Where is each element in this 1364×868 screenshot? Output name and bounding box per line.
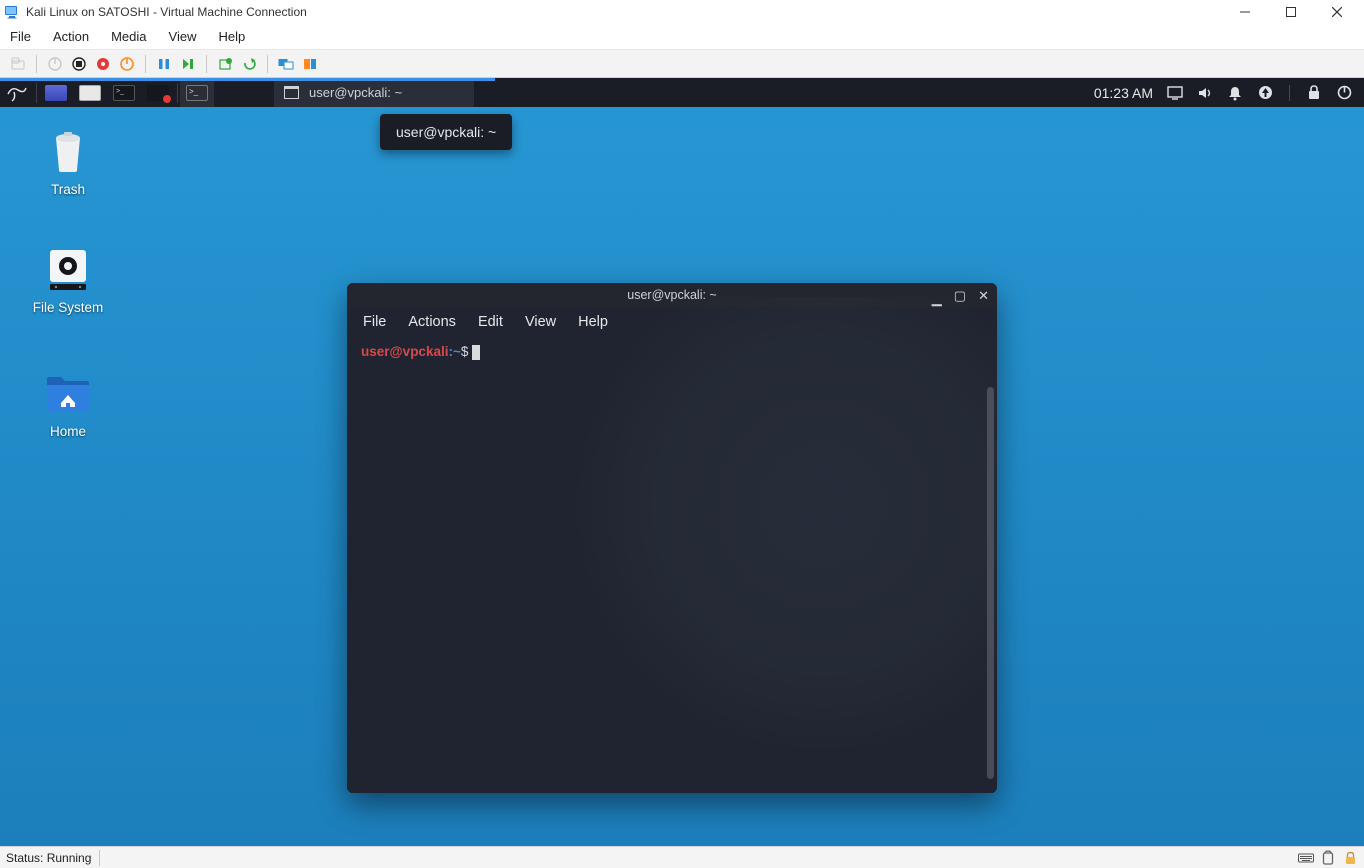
hyperv-statusbar: Status: Running	[0, 846, 1364, 868]
quicklaunch-3[interactable]: >_	[107, 78, 141, 107]
prompt-user: user@vpckali	[361, 344, 448, 359]
term-menu-actions[interactable]: Actions	[408, 314, 456, 330]
kali-panel: >_ >_ user@vpckali: ~ 01:23 AM	[0, 78, 1364, 107]
menu-help[interactable]: Help	[218, 29, 245, 44]
terminal-window[interactable]: user@vpckali: ~ ▁ ▢ ✕ File Actions Edit …	[347, 283, 997, 793]
quicklaunch-2[interactable]	[73, 78, 107, 107]
desktop-icon-filesystem[interactable]: File System	[18, 246, 118, 315]
window-close-button[interactable]	[1314, 0, 1360, 24]
quicklaunch-1[interactable]	[39, 78, 73, 107]
checkpoint-button[interactable]	[215, 54, 235, 74]
terminal-cursor	[472, 345, 480, 360]
hyperv-toolbar	[0, 50, 1364, 78]
display-icon[interactable]	[1167, 85, 1183, 101]
terminal-titlebar[interactable]: user@vpckali: ~ ▁ ▢ ✕	[347, 283, 997, 307]
taskbar-item-terminal[interactable]: user@vpckali: ~	[274, 78, 474, 107]
desktop-icon-label: File System	[18, 300, 118, 315]
window-minimize-button[interactable]	[1222, 0, 1268, 24]
menu-action[interactable]: Action	[53, 29, 89, 44]
desktop-icon-label: Trash	[18, 182, 118, 197]
drive-icon	[45, 246, 91, 292]
taskbar-tooltip: user@vpckali: ~	[380, 114, 512, 150]
menu-media[interactable]: Media	[111, 29, 146, 44]
term-menu-edit[interactable]: Edit	[478, 314, 503, 330]
terminal-maximize-button[interactable]: ▢	[954, 289, 966, 302]
clipboard-status-icon	[1320, 850, 1336, 866]
quicklaunch-4[interactable]	[141, 78, 175, 107]
hyperv-titlebar: Kali Linux on SATOSHI - Virtual Machine …	[0, 0, 1364, 24]
terminal-close-button[interactable]: ✕	[978, 289, 989, 302]
kali-menu-button[interactable]	[0, 78, 34, 107]
prompt-path: ~	[453, 344, 461, 359]
status-text: Status: Running	[6, 851, 91, 865]
volume-icon[interactable]	[1197, 85, 1213, 101]
terminal-body[interactable]: user@vpckali:~$	[347, 337, 997, 793]
menu-file[interactable]: File	[10, 29, 31, 44]
desktop-icon-trash[interactable]: Trash	[18, 128, 118, 197]
hyperv-title: Kali Linux on SATOSHI - Virtual Machine …	[26, 5, 307, 19]
updates-icon[interactable]	[1257, 85, 1273, 101]
terminal-menubar: File Actions Edit View Help	[347, 307, 997, 337]
panel-clock[interactable]: 01:23 AM	[1094, 85, 1153, 101]
tooltip-text: user@vpckali: ~	[396, 124, 496, 140]
power-icon[interactable]	[1336, 85, 1352, 101]
keyboard-status-icon	[1298, 850, 1314, 866]
turnoff-button[interactable]	[69, 54, 89, 74]
trash-icon	[45, 128, 91, 174]
vm-viewport[interactable]: >_ >_ user@vpckali: ~ 01:23 AM user@vpck…	[0, 78, 1364, 846]
share-button[interactable]	[300, 54, 320, 74]
taskbar-item-label: user@vpckali: ~	[309, 85, 402, 100]
pause-button[interactable]	[154, 54, 174, 74]
vm-focus-indicator	[0, 78, 495, 81]
desktop-icon-label: Home	[18, 424, 118, 439]
menu-view[interactable]: View	[169, 29, 197, 44]
shutdown-button[interactable]	[93, 54, 113, 74]
quicklaunch-terminal[interactable]: >_	[180, 78, 214, 107]
term-menu-file[interactable]: File	[363, 314, 386, 330]
save-button[interactable]	[117, 54, 137, 74]
home-folder-icon	[45, 370, 91, 416]
enhanced-session-button[interactable]	[276, 54, 296, 74]
terminal-icon	[284, 86, 299, 99]
term-menu-view[interactable]: View	[525, 314, 556, 330]
lock-icon[interactable]	[1306, 85, 1322, 101]
lock-status-icon	[1342, 850, 1358, 866]
hyperv-app-icon	[4, 4, 20, 20]
reset-button[interactable]	[178, 54, 198, 74]
term-menu-help[interactable]: Help	[578, 314, 608, 330]
prompt-symbol: $	[461, 344, 469, 359]
desktop-icon-home[interactable]: Home	[18, 370, 118, 439]
notification-icon[interactable]	[1227, 85, 1243, 101]
revert-button[interactable]	[239, 54, 259, 74]
terminal-scrollbar[interactable]	[987, 387, 994, 779]
terminal-title: user@vpckali: ~	[627, 288, 716, 302]
start-button[interactable]	[45, 54, 65, 74]
hyperv-menubar: File Action Media View Help	[0, 24, 1364, 50]
terminal-minimize-button[interactable]: ▁	[932, 292, 942, 305]
ctrl-alt-del-button[interactable]	[8, 54, 28, 74]
window-maximize-button[interactable]	[1268, 0, 1314, 24]
